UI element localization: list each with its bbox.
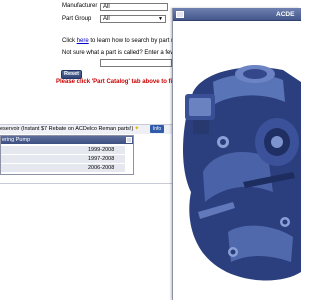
results-title: ering Pump [1,136,133,144]
results-header: eservoir (Instant $7 Rebate on ACDelco R… [0,124,172,134]
help-prefix: Click [62,38,77,44]
star-icon: ✦ [134,126,140,132]
help-text: Click here to learn how to search by par… [62,38,183,44]
chevron-down-icon: ▼ [158,16,163,22]
year-range: 1999-2008 [88,147,115,153]
manufacturer-label: Manufacturer [62,3,98,9]
close-icon[interactable] [176,11,184,18]
divider [0,183,172,184]
results-header-text: eservoir (Instant $7 Rebate on ACDelco R… [0,126,134,132]
help-suffix: to learn how to search by part num [88,38,183,44]
table-row[interactable]: 1999-2008 [1,146,125,154]
power-steering-pump-image [173,22,301,300]
part-group-select-value: All [103,16,110,22]
popup-title-bar[interactable]: ACDE [173,8,301,21]
part-group-label: Part Group [62,16,92,22]
part-group-select[interactable]: All ▼ [100,15,166,23]
info-button[interactable]: Info [150,125,164,133]
product-image-popup: ACDE [172,8,301,300]
popup-title: ACDE [276,11,295,18]
results-box: ering Pump 1999-2008 1997-2008 2006-2008 [0,135,134,175]
year-range: 2006-2008 [88,165,115,171]
manufacturer-select-value: All [103,4,110,10]
table-row[interactable]: 1997-2008 [1,155,125,163]
manufacturer-row: Manufacturer [62,3,97,9]
reset-button[interactable]: Reset [61,70,82,79]
part-group-row: Part Group [62,16,91,22]
close-icon[interactable] [126,137,132,143]
help-link[interactable]: here [77,38,89,44]
unsure-text: Not sure what a part is called? Enter a … [62,50,183,56]
keyword-input[interactable] [100,59,172,67]
manufacturer-select[interactable]: All [100,3,168,11]
year-range: 1997-2008 [88,156,115,162]
catalog-notice: Please click 'Part Catalog' tab above to… [56,79,185,85]
table-row[interactable]: 2006-2008 [1,164,125,172]
